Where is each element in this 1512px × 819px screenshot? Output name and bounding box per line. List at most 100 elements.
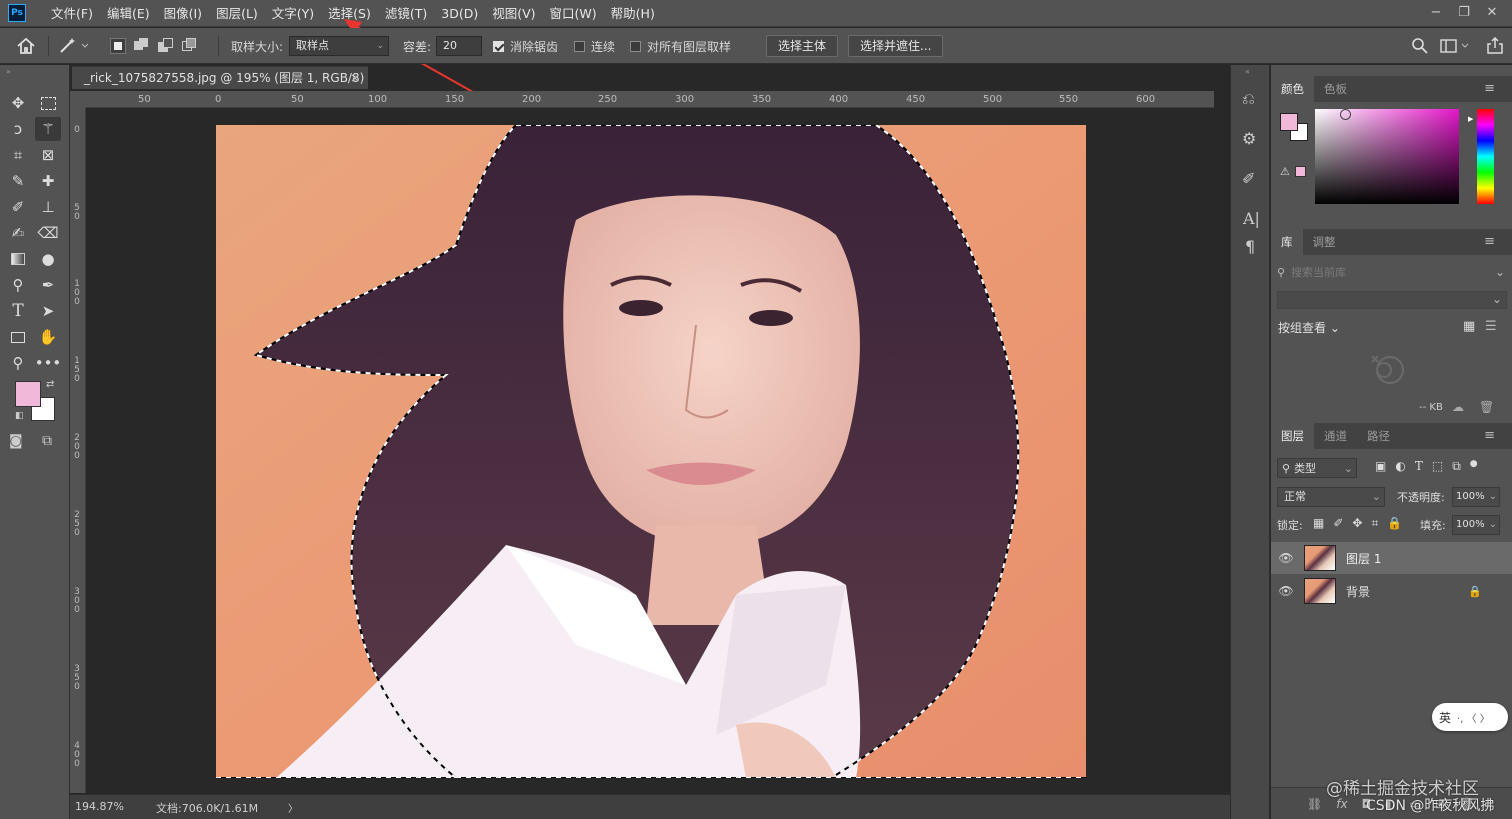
home-icon[interactable] (16, 28, 36, 64)
collapse-icon[interactable]: » (6, 67, 11, 76)
brush-settings-icon[interactable]: ✐ (1242, 169, 1255, 188)
menu-type[interactable]: 文字(Y) (265, 0, 321, 27)
ime-extra[interactable]: ·, 〈 〉 (1457, 710, 1490, 725)
opacity-input[interactable]: 100% ⌄ (1452, 487, 1500, 507)
pixel-layer-filter-icon[interactable]: ▣ (1375, 459, 1386, 474)
add-selection-icon[interactable] (134, 38, 150, 54)
eye-icon[interactable]: 👁 (1274, 584, 1298, 598)
document-image[interactable] (216, 125, 1086, 778)
layer-name[interactable]: 图层 1 (1346, 550, 1381, 567)
paragraph-panel-icon[interactable]: ¶ (1245, 237, 1255, 256)
history-panel-icon[interactable]: ⎌ (1242, 89, 1255, 109)
magic-wand-tool-icon[interactable]: ⚚ (35, 117, 61, 141)
color-field[interactable] (1315, 109, 1459, 204)
tab-swatches[interactable]: 色板 (1314, 76, 1357, 102)
tab-paths[interactable]: 路径 (1357, 423, 1400, 449)
subtract-selection-icon[interactable] (158, 38, 174, 54)
collapse-icon[interactable]: « (1245, 67, 1250, 76)
panel-menu-icon[interactable]: ≡ (1474, 229, 1505, 255)
menu-help[interactable]: 帮助(H) (604, 0, 662, 27)
new-selection-icon[interactable] (110, 38, 126, 54)
path-select-icon[interactable]: ➤ (35, 299, 61, 323)
share-icon[interactable] (1486, 28, 1504, 64)
library-search[interactable]: ⚲ 搜索当前库 ⌄ (1277, 263, 1507, 281)
cloud-upload-icon[interactable]: ☁ (1452, 400, 1464, 414)
properties-panel-icon[interactable]: ⚙ (1242, 129, 1256, 148)
healing-brush-icon[interactable]: ✚ (35, 169, 61, 193)
minimize-button[interactable]: − (1422, 0, 1450, 27)
list-view-icon[interactable]: ☰ (1485, 319, 1497, 334)
gradient-tool-icon[interactable] (5, 247, 31, 271)
magic-wand-preset-icon[interactable] (58, 28, 88, 64)
brush-tool-icon[interactable]: ✐ (5, 195, 31, 219)
layer-row[interactable]: 👁 图层 1 (1271, 542, 1512, 574)
tolerance-input[interactable]: 20 (436, 36, 482, 56)
lock-all-icon[interactable]: 🔒 (1387, 516, 1402, 531)
restore-button[interactable]: ❐ (1450, 0, 1478, 27)
lock-artboard-icon[interactable]: ⌗ (1371, 516, 1378, 531)
search-icon[interactable] (1411, 28, 1429, 64)
canvas-area[interactable] (87, 108, 1214, 793)
grid-view-icon[interactable]: ▦ (1463, 319, 1475, 334)
layer-name[interactable]: 背景 (1346, 583, 1370, 600)
tab-channels[interactable]: 通道 (1314, 423, 1357, 449)
trash-icon[interactable]: 🗑 (1479, 400, 1494, 414)
crop-tool-icon[interactable]: ⌗ (5, 143, 31, 167)
gamut-swatch[interactable] (1295, 166, 1306, 177)
intersect-selection-icon[interactable] (182, 38, 198, 54)
lock-transparency-icon[interactable]: ▦ (1313, 516, 1324, 531)
blur-tool-icon[interactable]: ● (35, 247, 61, 271)
zoom-level[interactable]: 194.87% (75, 800, 124, 813)
type-tool-icon[interactable]: T (5, 299, 31, 323)
ime-language-label[interactable]: 英 (1439, 709, 1451, 726)
menu-file[interactable]: 文件(F) (44, 0, 100, 27)
dodge-tool-icon[interactable]: ⚲ (5, 273, 31, 297)
filter-toggle-icon[interactable]: ● (1470, 459, 1478, 474)
workspace-icon[interactable] (1440, 28, 1470, 64)
rectangle-tool-icon[interactable] (5, 325, 31, 349)
menu-edit[interactable]: 编辑(E) (100, 0, 157, 27)
menu-view[interactable]: 视图(V) (485, 0, 542, 27)
character-panel-icon[interactable]: A| (1243, 209, 1260, 228)
lock-position-icon[interactable]: ✥ (1352, 516, 1362, 531)
tab-adjustments[interactable]: 调整 (1303, 229, 1346, 255)
shape-layer-filter-icon[interactable]: ⬚ (1432, 459, 1443, 474)
quick-mask-icon[interactable]: ◙ (9, 433, 23, 449)
link-layers-icon[interactable]: ⛓ (1307, 797, 1322, 811)
type-layer-filter-icon[interactable]: T (1415, 459, 1423, 474)
swap-colors-icon[interactable]: ⇄ (46, 379, 54, 390)
marquee-tool-icon[interactable] (35, 91, 61, 115)
smart-object-filter-icon[interactable]: ⧉ (1452, 459, 1461, 474)
stamp-tool-icon[interactable]: ⊥ (35, 195, 61, 219)
eyedropper-tool-icon[interactable]: ✎ (5, 169, 31, 193)
panel-menu-icon[interactable]: ≡ (1474, 76, 1505, 102)
eraser-tool-icon[interactable]: ⌫ (35, 221, 61, 245)
document-tab[interactable]: _rick_1075827558.jpg @ 195% (图层 1, RGB/8… (72, 66, 368, 107)
zoom-tool-icon[interactable]: ⚲ (5, 351, 31, 375)
lock-pixels-icon[interactable]: ✐ (1333, 516, 1343, 531)
anti-alias-checkbox[interactable]: 消除锯齿 (493, 28, 558, 64)
screen-mode-icon[interactable]: ⧉ (42, 433, 52, 449)
frame-tool-icon[interactable]: ⊠ (35, 143, 61, 167)
history-brush-icon[interactable]: ✍ (5, 221, 31, 245)
tab-layers[interactable]: 图层 (1271, 423, 1314, 449)
hand-tool-icon[interactable]: ✋ (35, 325, 61, 349)
more-tools-icon[interactable]: ••• (35, 351, 62, 375)
close-button[interactable]: ✕ (1478, 0, 1506, 27)
tab-color[interactable]: 颜色 (1271, 76, 1314, 102)
fill-input[interactable]: 100% ⌄ (1452, 515, 1500, 535)
move-tool-icon[interactable]: ✥ (5, 91, 31, 115)
menu-window[interactable]: 窗口(W) (543, 0, 604, 27)
adjustment-layer-filter-icon[interactable]: ◐ (1395, 459, 1405, 474)
all-layers-checkbox[interactable]: 对所有图层取样 (630, 28, 731, 64)
hue-slider[interactable] (1477, 109, 1494, 204)
panel-menu-icon[interactable]: ≡ (1474, 423, 1505, 449)
close-tab-icon[interactable]: × (350, 67, 360, 89)
select-subject-button[interactable]: 选择主体 (766, 35, 839, 57)
contiguous-checkbox[interactable]: 连续 (574, 28, 615, 64)
menu-layer[interactable]: 图层(L) (209, 0, 265, 27)
layer-row[interactable]: 👁 背景 🔒 (1271, 575, 1512, 607)
select-and-mask-button[interactable]: 选择并遮住... (848, 35, 944, 57)
pen-tool-icon[interactable]: ✒ (35, 273, 61, 297)
group-view-dropdown[interactable]: 按组查看 ⌄ (1278, 319, 1340, 336)
